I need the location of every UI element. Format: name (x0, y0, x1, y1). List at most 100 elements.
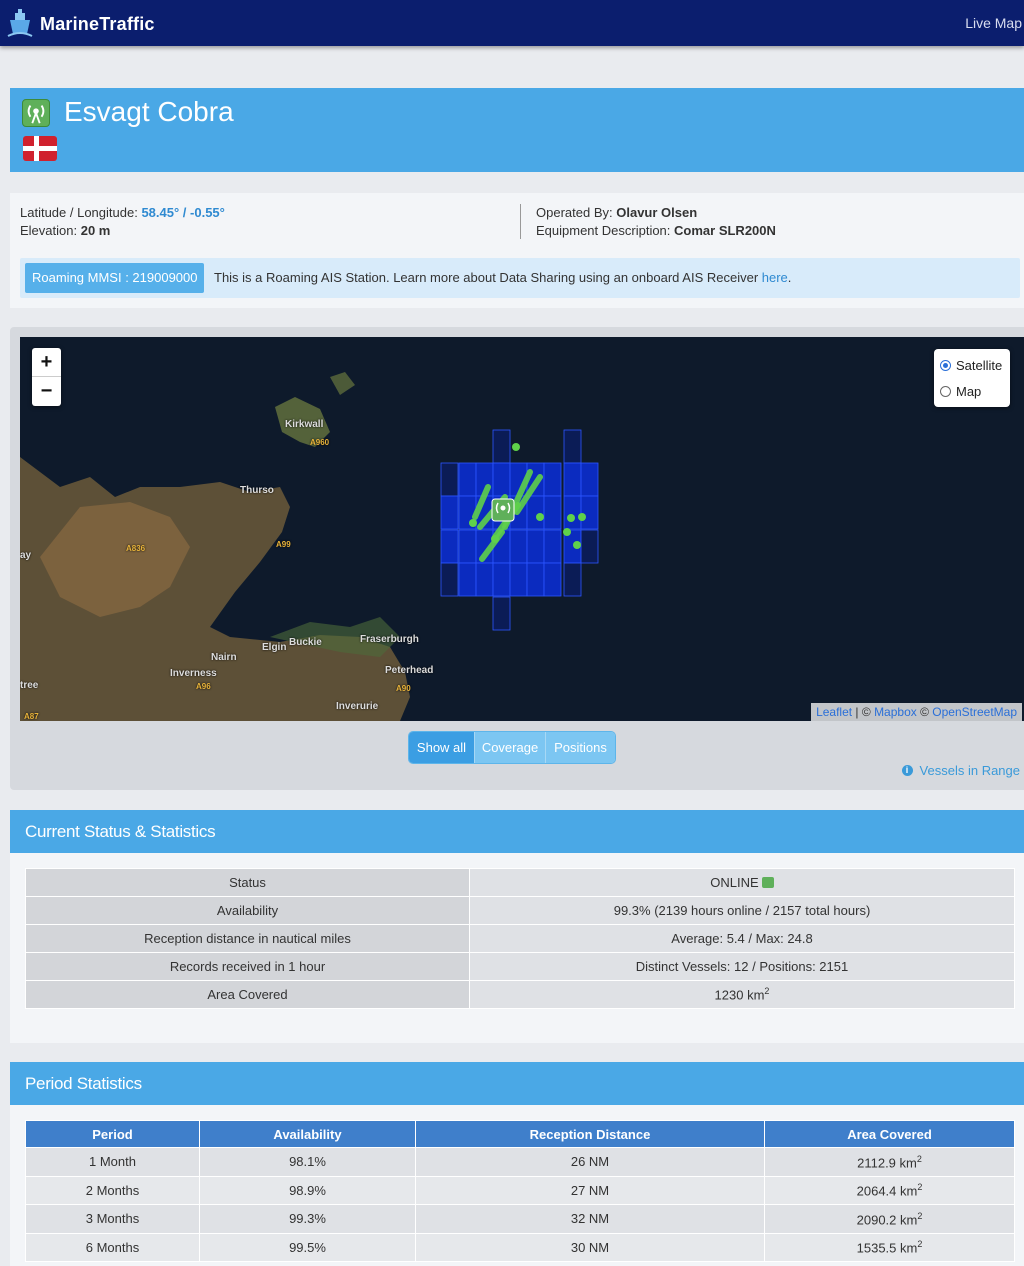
satellite-label: Satellite (956, 358, 1003, 373)
table-row: Reception distance in nautical miles Aver… (25, 924, 1015, 953)
coverage-grid (440, 429, 599, 631)
operated-by-label: Operated By: (536, 205, 613, 220)
table-row: Area Covered 1230 km2 (25, 980, 1015, 1009)
records-key: Records received in 1 hour (25, 952, 470, 981)
area-unit-sup: 2 (917, 1210, 923, 1221)
info-icon: i (901, 765, 913, 776)
roaming-mmsi-badge: Roaming MMSI : 219009000 (25, 263, 205, 293)
coverage-cell (440, 529, 459, 564)
map-label-peterhead: Peterhead (385, 665, 434, 676)
map-label-kirkwall: Kirkwall (285, 419, 324, 430)
map-label-a90: A90 (396, 684, 411, 693)
reception-value: Average: 5.4 / Max: 24.8 (469, 924, 1015, 953)
table-row: Records received in 1 hour Distinct Vesse… (25, 952, 1015, 981)
map-label-ay: ay (20, 550, 32, 561)
vessel-position-dot (567, 514, 575, 522)
attribution-sep: | © (852, 705, 875, 719)
map-label-inverness: Inverness (170, 668, 217, 679)
coverage-cell (563, 495, 582, 530)
osm-link[interactable]: OpenStreetMap (932, 705, 1017, 719)
coverage-cell (475, 562, 494, 597)
table-cell: 2090.2 km2 (764, 1204, 1015, 1234)
map-label-a960: A960 (310, 438, 330, 447)
map-canvas (20, 372, 599, 721)
orkney-small (330, 372, 355, 395)
online-antenna-icon (761, 877, 774, 888)
ship-logo-icon (7, 9, 33, 37)
ais-antenna-icon (22, 99, 50, 127)
area-value: 1230 km (714, 987, 765, 1003)
leaflet-link[interactable]: Leaflet (816, 705, 852, 719)
map-attribution: Leaflet | © Mapbox © OpenStreetMap (811, 703, 1022, 721)
col-period: Period (25, 1120, 200, 1148)
station-name: Esvagt Cobra (64, 96, 234, 127)
map-label-buckie: Buckie (289, 637, 322, 648)
coverage-cell (458, 529, 477, 564)
table-cell: 32 NM (415, 1204, 765, 1234)
station-info-panel: Latitude / Longitude: 58.45° / -0.55° El… (10, 193, 1024, 308)
coverage-cell (543, 562, 562, 597)
coverage-cell (458, 562, 477, 597)
map-label-elgin: Elgin (262, 642, 287, 653)
coverage-cell (492, 429, 511, 464)
vessels-in-range-link[interactable]: i Vessels in Range (901, 763, 1020, 778)
map-label-a87: A87 (24, 712, 39, 721)
map-label-a96: A96 (196, 682, 211, 691)
table-row: Status ONLINE (25, 868, 1015, 897)
zoom-out-button[interactable]: − (32, 377, 61, 406)
brand-name: MarineTraffic (40, 13, 155, 34)
coverage-cell (543, 462, 562, 497)
lat-lon-value: 58.45° / -0.55° (141, 205, 225, 220)
coverage-cell (563, 429, 582, 464)
table-cell: 2112.9 km2 (764, 1147, 1015, 1177)
coverage-cell (543, 529, 562, 564)
coverage-cell (580, 529, 599, 564)
equipment-label: Equipment Description: (536, 223, 671, 238)
positions-button[interactable]: Positions (545, 732, 615, 763)
current-status-section: Current Status & Statistics Status ONLINE… (10, 810, 1024, 1043)
operator-info: Operated By: Olavur Olsen Equipment Desc… (520, 204, 776, 239)
table-row: 1 Month 98.1% 26 NM 2112.9 km2 (25, 1147, 1015, 1177)
coverage-button[interactable]: Coverage (474, 732, 545, 763)
equipment-value: Comar SLR200N (674, 223, 776, 238)
coverage-cell (440, 462, 459, 497)
table-cell: 27 NM (415, 1175, 765, 1205)
mapbox-link[interactable]: Mapbox (874, 705, 917, 719)
layer-switcher: Satellite Map (934, 349, 1010, 407)
map-label: Map (956, 384, 982, 399)
map-radio[interactable] (940, 386, 951, 397)
table-cell: 30 NM (415, 1232, 765, 1262)
coverage-map[interactable]: Kirkwall A960 Thurso A836 A99 ay Fraserb… (20, 337, 1024, 721)
satellite-radio[interactable] (940, 360, 951, 371)
area-value: 1535.5 km (856, 1240, 918, 1256)
brand-logo[interactable]: MarineTraffic (4, 8, 155, 40)
coverage-cell (563, 462, 582, 497)
layer-satellite-option[interactable]: Satellite (940, 358, 1002, 373)
coverage-cell (509, 529, 528, 564)
availability-key: Availability (25, 896, 470, 925)
roaming-description: This is a Roaming AIS Station. Learn mor… (214, 270, 762, 285)
coverage-cell (440, 495, 459, 530)
coverage-cell (440, 562, 459, 597)
layer-map-option[interactable]: Map (940, 384, 981, 399)
reception-key: Reception distance in nautical miles (25, 924, 470, 953)
table-row: 6 Months 99.5% 30 NM 1535.5 km2 (25, 1232, 1015, 1262)
table-row: 3 Months 99.3% 32 NM 2090.2 km2 (25, 1204, 1015, 1234)
period-statistics-section: Period Statistics Period Availability Re… (10, 1062, 1024, 1266)
area-unit-sup: 2 (764, 986, 770, 997)
show-all-button[interactable]: Show all (409, 732, 474, 763)
status-key: Status (25, 868, 470, 897)
table-cell: 98.9% (199, 1175, 416, 1205)
roaming-period: . (787, 270, 792, 285)
area-unit-sup: 2 (917, 1182, 923, 1193)
status-value-cell: ONLINE (469, 868, 1015, 897)
nav-live-map-link[interactable]: Live Map (965, 15, 1022, 31)
col-area: Area Covered (764, 1120, 1015, 1148)
operated-by-value: Olavur Olsen (616, 205, 698, 220)
coverage-cell (492, 596, 511, 631)
zoom-in-button[interactable]: + (32, 348, 61, 377)
table-cell: 2 Months (25, 1175, 200, 1205)
area-unit-sup: 2 (917, 1239, 923, 1250)
roaming-here-link[interactable]: here (762, 270, 788, 285)
roaming-notice-text: This is a Roaming AIS Station. Learn mor… (214, 270, 791, 285)
